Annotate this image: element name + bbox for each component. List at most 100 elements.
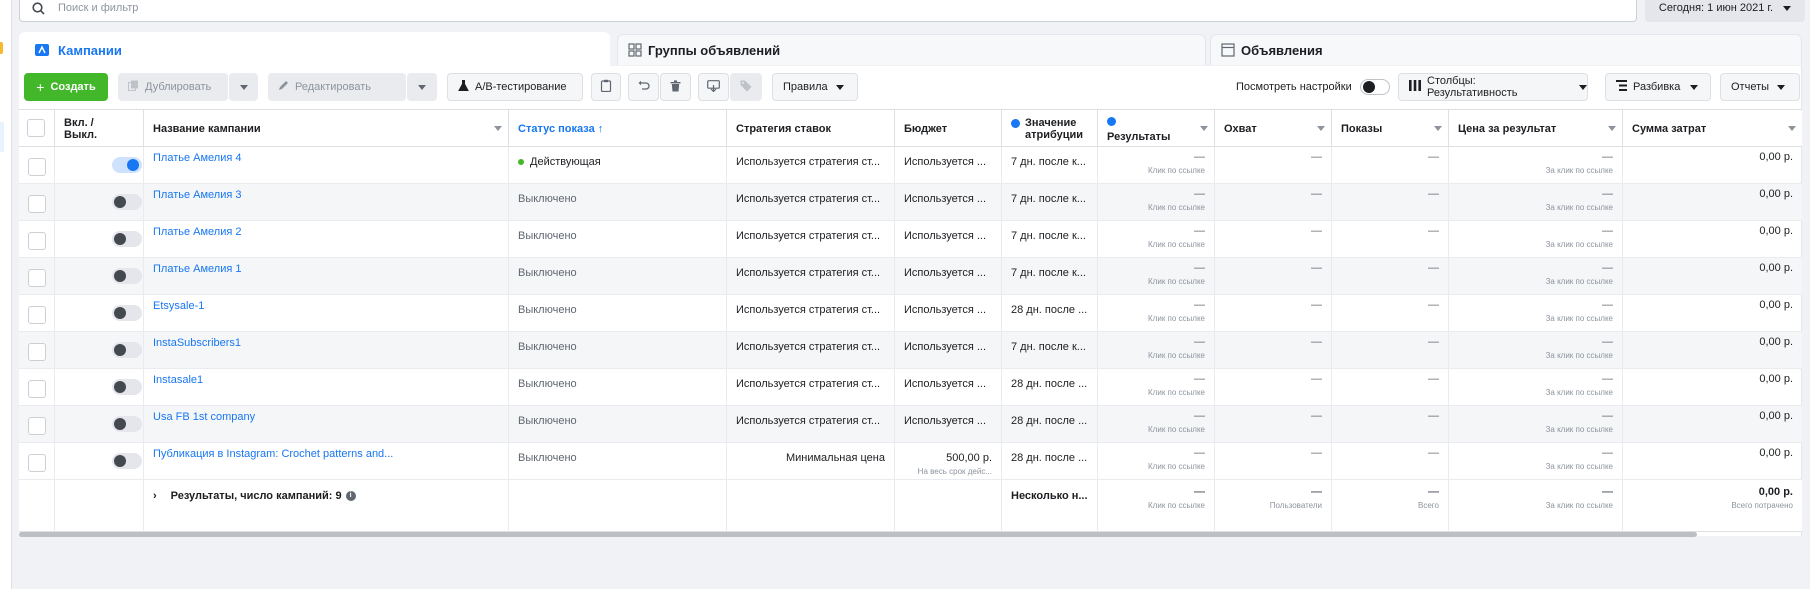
cost-per-result-cell: — За клик по ссылке [1449, 443, 1623, 479]
summary-empty-cell [727, 480, 895, 531]
columns-button[interactable]: Столбцы: Результативность [1398, 73, 1588, 101]
campaign-toggle[interactable] [112, 157, 142, 173]
campaign-name-link[interactable]: Публикация в Instagram: Crochet patterns… [153, 448, 393, 460]
header-attribution[interactable]: Значение атрибуции [1002, 110, 1098, 147]
campaign-name-cell: Платье Амелия 4 [144, 147, 509, 183]
delivery-status: Выключено [518, 230, 577, 242]
view-settings-toggle[interactable] [1359, 79, 1390, 95]
cost-per-result-cell: — За клик по ссылке [1449, 221, 1623, 257]
campaign-name-link[interactable]: Usa FB 1st company [153, 411, 255, 423]
delivery-status-cell: Выключено [509, 406, 727, 442]
campaign-toggle[interactable] [112, 453, 142, 469]
amount-spent-cell: 0,00 р. [1623, 332, 1802, 368]
campaign-name-link[interactable]: Платье Амелия 2 [153, 226, 242, 238]
reports-button[interactable]: Отчеты [1720, 73, 1800, 101]
results-cell: — Клик по ссылке [1098, 147, 1215, 183]
header-reach[interactable]: Охват [1215, 110, 1332, 147]
date-range-button[interactable]: Сегодня: 1 июн 2021 г. [1645, 0, 1805, 22]
duplicate-button[interactable]: Дублировать [118, 73, 228, 101]
attribution-value: 7 дн. после к... [1011, 267, 1086, 279]
row-checkbox[interactable] [28, 454, 46, 472]
delete-button[interactable] [660, 73, 691, 101]
table-row[interactable]: Платье Амелия 4 Действующая Используется с… [19, 147, 1802, 184]
table-row[interactable]: Etsysale-1 Выключено Используется стратеги… [19, 295, 1802, 332]
duplicate-dropdown-button[interactable] [229, 73, 258, 101]
row-checkbox[interactable] [28, 343, 46, 361]
search-input[interactable] [58, 2, 658, 14]
row-checkbox[interactable] [28, 417, 46, 435]
row-checkbox[interactable] [28, 269, 46, 287]
summary-title-cell[interactable]: › Результаты, число кампаний: 9i [144, 480, 509, 531]
breakdown-button[interactable]: Разбивка [1605, 73, 1711, 101]
campaign-toggle[interactable] [112, 231, 142, 247]
clipboard-button[interactable] [591, 73, 621, 101]
table-row[interactable]: Instasale1 Выключено Используется стратеги… [19, 369, 1802, 406]
search-bar[interactable] [19, 0, 1637, 22]
campaign-name-link[interactable]: Платье Амелия 1 [153, 263, 242, 275]
campaign-name-link[interactable]: Etsysale-1 [153, 300, 204, 312]
rules-button[interactable]: Правила [772, 73, 858, 101]
header-bid-strategy[interactable]: Стратегия ставок [727, 110, 895, 147]
table-row[interactable]: Платье Амелия 1 Выключено Используется стр… [19, 258, 1802, 295]
campaign-toggle[interactable] [112, 342, 142, 358]
campaign-toggle[interactable] [112, 268, 142, 284]
attribution-cell: 7 дн. после к... [1002, 332, 1098, 368]
undo-button[interactable] [628, 73, 659, 101]
amount-spent-value: 0,00 р. [1759, 447, 1793, 459]
header-budget[interactable]: Бюджет [895, 110, 1002, 147]
amount-spent-cell: 0,00 р. [1623, 147, 1802, 183]
campaign-name-link[interactable]: Instasale1 [153, 374, 203, 386]
campaign-name-link[interactable]: Платье Амелия 3 [153, 189, 242, 201]
header-delivery-status[interactable]: Статус показа ↑ [509, 110, 727, 147]
cost-per-result-value: — [1602, 262, 1613, 274]
summary-empty-cell [55, 480, 144, 531]
table-row[interactable]: Платье Амелия 3 Выключено Используется стр… [19, 184, 1802, 221]
pencil-icon [278, 80, 289, 94]
tab-ad-sets[interactable]: Группы объявлений [617, 34, 1206, 65]
row-checkbox[interactable] [28, 158, 46, 176]
select-all-checkbox[interactable] [27, 119, 45, 137]
undo-icon [638, 80, 650, 95]
header-campaign-name[interactable]: Название кампании [144, 110, 509, 147]
export-button[interactable] [698, 73, 729, 101]
reach-cell: — [1215, 221, 1332, 257]
impressions-value: — [1428, 410, 1439, 422]
cost-per-result-subtext: За клик по ссылке [1545, 351, 1613, 360]
campaign-name-link[interactable]: InstaSubscribers1 [153, 337, 241, 349]
campaign-name-link[interactable]: Платье Амелия 4 [153, 152, 242, 164]
header-amount-spent[interactable]: Сумма затрат [1623, 110, 1802, 147]
duplicate-label: Дублировать [145, 81, 212, 93]
chevron-right-icon[interactable]: › [153, 490, 157, 502]
campaign-toggle[interactable] [112, 379, 142, 395]
tag-button[interactable] [730, 73, 762, 101]
header-onoff[interactable]: Вкл. / Выкл. [55, 110, 144, 147]
table-row[interactable]: Публикация в Instagram: Crochet patterns… [19, 443, 1802, 480]
impressions-value: — [1428, 299, 1439, 311]
campaign-toggle[interactable] [112, 416, 142, 432]
tab-ads[interactable]: Объявления [1210, 34, 1802, 65]
edit-dropdown-button[interactable] [407, 73, 437, 101]
attribution-cell: 28 дн. после ... [1002, 295, 1098, 331]
table-row[interactable]: Usa FB 1st company Выключено Используется … [19, 406, 1802, 443]
table-row[interactable]: Платье Амелия 2 Выключено Используется стр… [19, 221, 1802, 258]
edit-button[interactable]: Редактировать [268, 73, 406, 101]
campaign-toggle[interactable] [112, 305, 142, 321]
reports-label: Отчеты [1731, 81, 1770, 93]
campaign-toggle[interactable] [112, 194, 142, 210]
chevron-down-icon [418, 84, 426, 90]
table-row[interactable]: InstaSubscribers1 Выключено Используется с… [19, 332, 1802, 369]
horizontal-scrollbar[interactable] [19, 532, 1697, 537]
summary-impressions-cell: — Всего [1332, 480, 1449, 531]
header-impressions[interactable]: Показы [1332, 110, 1449, 147]
row-checkbox[interactable] [28, 232, 46, 250]
ab-test-label: A/B-тестирование [475, 81, 567, 93]
tab-campaigns[interactable]: Кампании [19, 32, 610, 68]
header-results[interactable]: Результаты [1098, 110, 1215, 147]
row-checkbox[interactable] [28, 380, 46, 398]
amount-spent-value: 0,00 р. [1759, 410, 1793, 422]
ab-test-button[interactable]: A/B-тестирование [447, 73, 583, 101]
header-cost-per-result[interactable]: Цена за результат [1449, 110, 1623, 147]
create-button[interactable]: + Создать [24, 73, 108, 101]
row-checkbox[interactable] [28, 306, 46, 324]
row-checkbox[interactable] [28, 195, 46, 213]
